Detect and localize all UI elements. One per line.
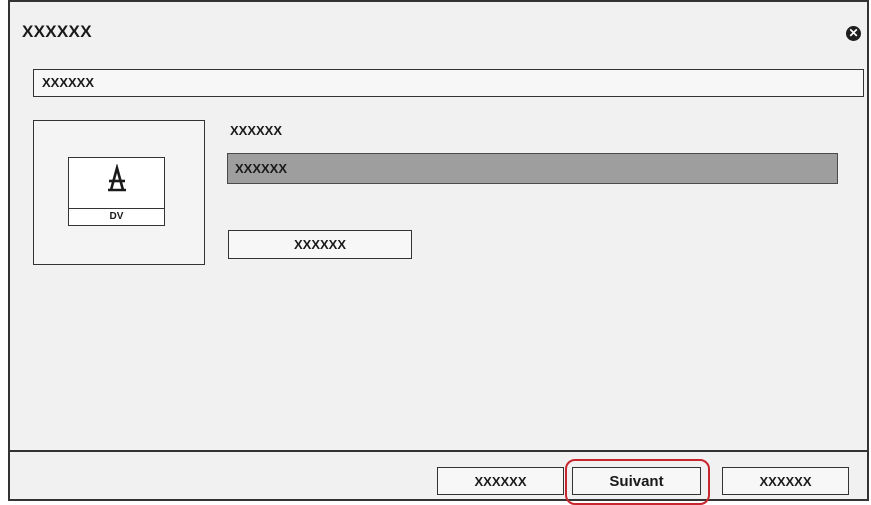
section-label: XXXXXX — [230, 123, 283, 138]
cancel-button[interactable]: XXXXXX — [722, 467, 849, 495]
dialog-title: XXXXXX — [22, 22, 92, 41]
action-button[interactable]: XXXXXX — [228, 230, 412, 259]
device-icon: DV — [68, 157, 165, 226]
close-icon[interactable]: ✕ — [846, 26, 861, 41]
footer-divider — [10, 450, 867, 452]
device-label: DV — [69, 208, 164, 225]
top-text-field[interactable]: XXXXXX — [33, 69, 864, 97]
selected-list-item[interactable]: XXXXXX — [227, 153, 838, 184]
antenna-icon — [107, 163, 126, 192]
next-button[interactable]: Suivant — [572, 467, 701, 495]
back-button[interactable]: XXXXXX — [437, 467, 564, 495]
device-glyph — [69, 163, 164, 200]
device-panel: DV — [33, 120, 205, 265]
dialog-window: XXXXXX ✕ XXXXXX DV XXXXXX XXXXXX XXXXXX … — [8, 0, 869, 505]
